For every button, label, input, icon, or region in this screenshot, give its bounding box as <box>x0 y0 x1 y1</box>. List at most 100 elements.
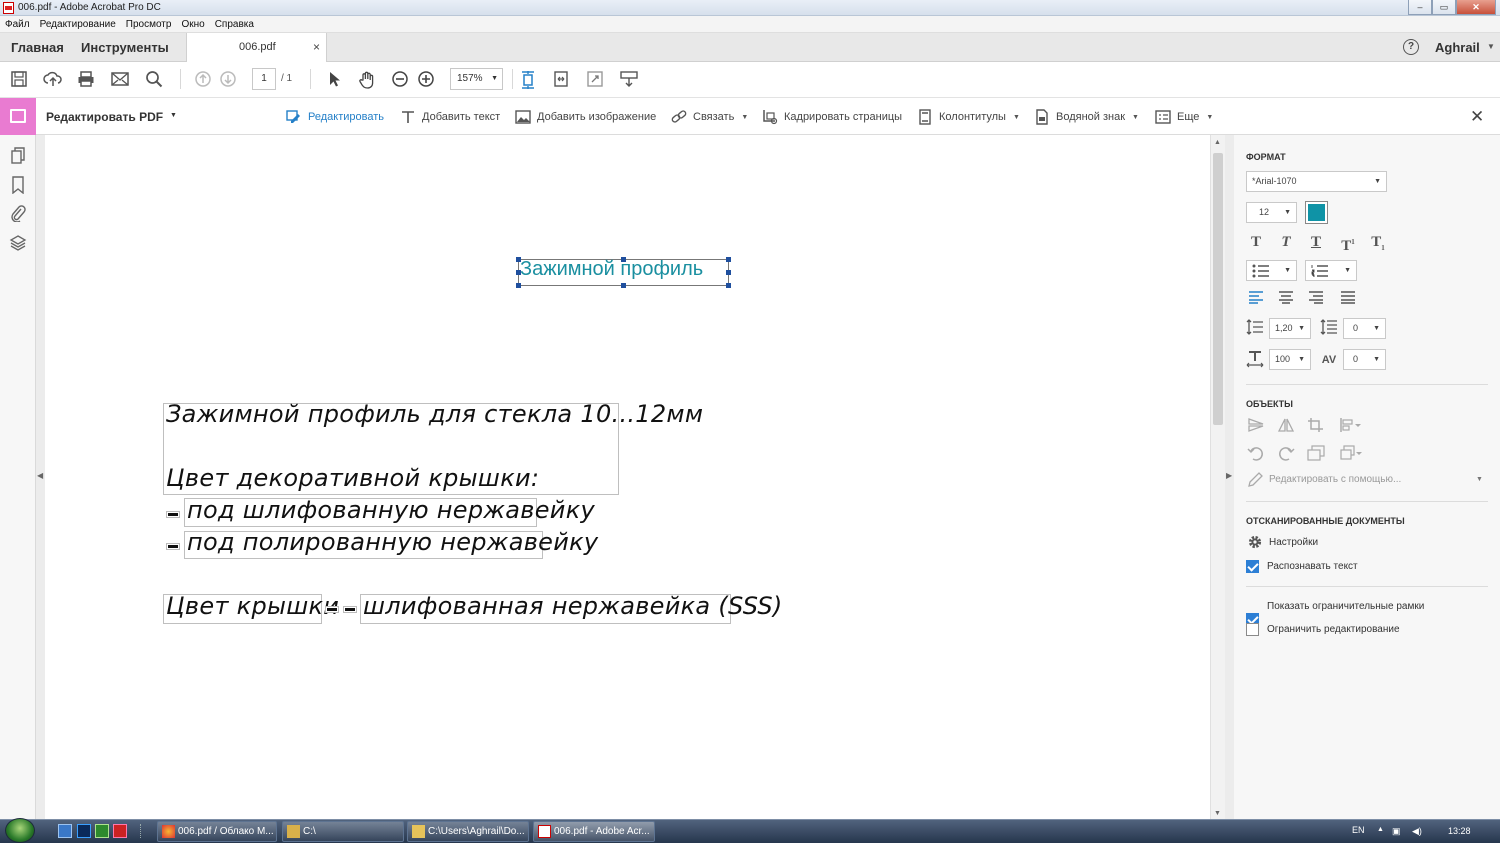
bullet-list-select[interactable]: ▼ <box>1246 260 1297 281</box>
select-arrow-icon[interactable] <box>324 70 344 90</box>
next-page-icon[interactable] <box>218 70 238 90</box>
resize-handle[interactable] <box>621 283 626 288</box>
scroll-down-icon[interactable]: ▼ <box>1214 810 1221 817</box>
headers-footers-button[interactable]: Колонтитулы ▼ <box>917 109 1020 125</box>
tab-close-icon[interactable]: × <box>313 40 320 54</box>
maximize-button[interactable]: ▭ <box>1432 0 1456 15</box>
collapse-left-panel[interactable]: ◀ <box>36 135 45 819</box>
paragraph-spacing-select[interactable]: 0 ▼ <box>1343 318 1386 339</box>
resize-handle[interactable] <box>516 270 521 275</box>
scrollbar-thumb[interactable] <box>1213 153 1223 425</box>
align-objects-icon[interactable] <box>1338 417 1364 435</box>
resize-handle[interactable] <box>516 257 521 262</box>
bookmark-icon[interactable] <box>9 176 27 195</box>
restrict-editing-checkbox[interactable] <box>1246 623 1259 636</box>
menu-view[interactable]: Просмотр <box>126 19 172 30</box>
crop-object-icon[interactable] <box>1306 417 1326 435</box>
font-family-select[interactable]: *Arial-1070 ▼ <box>1246 171 1387 192</box>
arrange-objects-icon[interactable] <box>1338 444 1364 462</box>
collapse-right-panel[interactable]: ▶ <box>1225 135 1234 819</box>
flip-vertical-icon[interactable] <box>1246 417 1266 435</box>
taskbar-item-acrobat[interactable]: 006.pdf - Adobe Acr... <box>533 821 655 842</box>
tab-home[interactable]: Главная <box>11 40 64 55</box>
prev-page-icon[interactable] <box>193 70 213 90</box>
taskbar-item-browser[interactable]: 006.pdf / Облако M... <box>157 821 277 842</box>
print-icon[interactable] <box>76 70 96 90</box>
horizontal-scale-select[interactable]: 100 ▼ <box>1269 349 1311 370</box>
tab-tools[interactable]: Инструменты <box>81 40 169 55</box>
tray-expand-icon[interactable]: ▲ <box>1377 826 1384 833</box>
desktop-icon[interactable] <box>58 824 72 838</box>
upload-icon[interactable] <box>43 70 63 90</box>
text-color-swatch[interactable] <box>1305 201 1328 224</box>
gear-icon[interactable] <box>1247 534 1263 550</box>
doc-heading[interactable]: Зажимной профиль <box>520 258 703 281</box>
numbered-list-select[interactable]: ▼ <box>1305 260 1357 281</box>
italic-text-icon[interactable]: T <box>1276 232 1296 252</box>
menu-file[interactable]: Файл <box>5 19 30 30</box>
windows-start-button[interactable] <box>5 818 35 843</box>
user-account[interactable]: Aghrail <box>1435 40 1480 55</box>
system-clock[interactable]: 13:28 <box>1448 826 1471 836</box>
edit-with-dropdown[interactable]: Редактировать с помощью... <box>1269 474 1401 485</box>
photoshop-icon[interactable] <box>77 824 91 838</box>
rotate-left-icon[interactable] <box>1246 444 1266 462</box>
more-button[interactable]: Еще ▼ <box>1155 109 1213 125</box>
acrobat-quick-launch-icon[interactable] <box>113 824 127 838</box>
chevron-down-icon[interactable]: ▼ <box>170 112 177 119</box>
email-icon[interactable] <box>110 70 130 90</box>
superscript-icon[interactable]: T1 <box>1338 232 1358 254</box>
crop-pages-button[interactable]: Кадрировать страницы <box>762 109 902 125</box>
subscript-icon[interactable]: T1 <box>1368 232 1388 252</box>
doc-color-value[interactable]: шлифованная нержавейка (SSS) <box>363 592 783 620</box>
link-button[interactable]: Связать ▼ <box>671 109 748 125</box>
resize-handle[interactable] <box>516 283 521 288</box>
edit-pdf-title[interactable]: Редактировать PDF <box>46 110 163 124</box>
watermark-button[interactable]: Водяной знак ▼ <box>1034 109 1139 125</box>
replace-image-icon[interactable] <box>1306 444 1326 462</box>
close-edit-toolbar-icon[interactable]: ✕ <box>1470 107 1484 127</box>
flip-horizontal-icon[interactable] <box>1276 417 1296 435</box>
vertical-scrollbar[interactable]: ▲ ▼ <box>1210 135 1225 819</box>
save-icon[interactable] <box>9 70 29 90</box>
bold-text-icon[interactable]: T <box>1246 232 1266 252</box>
resize-handle[interactable] <box>726 257 731 262</box>
align-justify-icon[interactable] <box>1338 290 1358 310</box>
menu-help[interactable]: Справка <box>215 19 254 30</box>
read-mode-icon[interactable] <box>619 70 639 90</box>
doc-text-line[interactable]: Зажимной профиль для стекла 10...12мм <box>166 400 703 428</box>
scan-settings-link[interactable]: Настройки <box>1269 537 1318 548</box>
add-image-button[interactable]: Добавить изображение <box>515 109 656 125</box>
taskbar-item-explorer-c[interactable]: C:\ <box>282 821 404 842</box>
minimize-button[interactable]: – <box>1408 0 1432 15</box>
menu-window[interactable]: Окно <box>181 19 204 30</box>
resize-handle[interactable] <box>726 283 731 288</box>
font-size-select[interactable]: 12 ▼ <box>1246 202 1297 223</box>
zoom-in-icon[interactable] <box>416 70 436 90</box>
char-spacing-select[interactable]: 0 ▼ <box>1343 349 1386 370</box>
chevron-down-icon[interactable]: ▼ <box>1487 42 1495 51</box>
align-center-icon[interactable] <box>1276 290 1296 310</box>
pages-icon[interactable] <box>9 147 27 165</box>
resize-handle[interactable] <box>621 257 626 262</box>
network-icon[interactable]: ▣ <box>1392 826 1401 837</box>
rotate-right-icon[interactable] <box>1276 444 1296 462</box>
taskbar-item-explorer-users[interactable]: C:\Users\Aghrail\Do... <box>407 821 529 842</box>
doc-text-line[interactable]: Цвет декоративной крышки: <box>166 464 539 492</box>
fit-page-icon[interactable] <box>518 70 538 90</box>
zoom-out-icon[interactable] <box>390 70 410 90</box>
align-left-icon[interactable] <box>1246 290 1266 310</box>
doc-option-text[interactable]: под полированную нержавейку <box>187 528 598 556</box>
zoom-select[interactable]: 157% ▼ <box>450 68 503 90</box>
menu-edit[interactable]: Редактирование <box>40 19 116 30</box>
resize-handle[interactable] <box>726 270 731 275</box>
hand-icon[interactable] <box>357 70 377 90</box>
edit-pdf-tool-icon[interactable] <box>0 98 36 135</box>
align-right-icon[interactable] <box>1306 290 1326 310</box>
add-text-button[interactable]: Добавить текст <box>400 109 500 125</box>
full-screen-icon[interactable] <box>585 70 605 90</box>
search-icon[interactable] <box>144 70 164 90</box>
input-language-indicator[interactable]: EN <box>1352 825 1365 835</box>
doc-option-text[interactable]: под шлифованную нержавейку <box>187 496 595 524</box>
doc-color-label[interactable]: Цвет крышки <box>166 592 339 620</box>
